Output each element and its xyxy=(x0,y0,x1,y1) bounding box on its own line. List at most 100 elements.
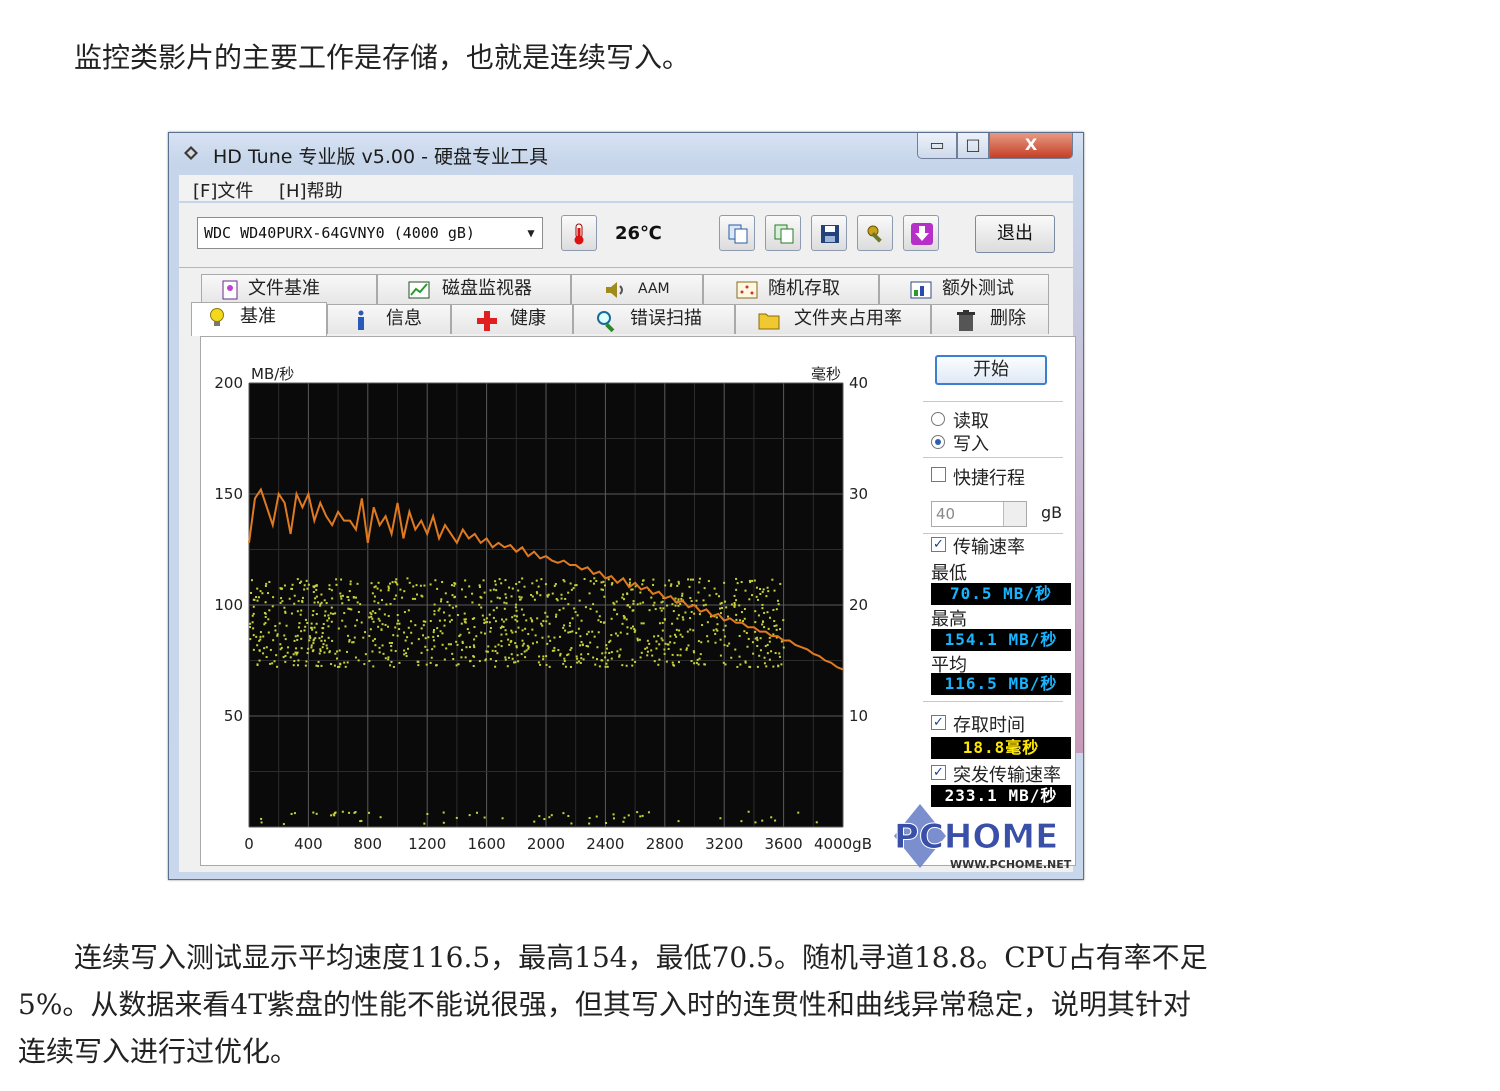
access-time-point xyxy=(570,647,573,650)
y2-tick-label: 20 xyxy=(849,596,868,614)
short-stroke-spinner[interactable]: 40 xyxy=(931,501,1027,527)
access-time-point xyxy=(468,646,471,649)
menu-help[interactable]: [H]帮助 xyxy=(279,177,343,203)
access-time-point xyxy=(595,815,598,818)
spinner-arrows-icon[interactable] xyxy=(1003,502,1026,526)
access-time-point xyxy=(610,617,613,620)
access-time-point xyxy=(504,658,507,661)
access-time-point xyxy=(256,599,259,602)
access-time-point xyxy=(751,594,754,597)
download-button[interactable] xyxy=(903,215,939,251)
access-time-point xyxy=(723,581,726,584)
access-time-point xyxy=(672,610,675,613)
read-radio[interactable] xyxy=(931,412,945,426)
short-stroke-checkbox[interactable] xyxy=(931,467,946,482)
temperature-button[interactable] xyxy=(561,215,597,251)
access-time-point xyxy=(249,638,252,641)
access-time-point xyxy=(550,814,553,817)
access-time-point xyxy=(706,621,709,624)
copy-button[interactable] xyxy=(719,215,755,251)
drive-select[interactable]: WDC WD40PURX-64GVNY0 (4000 gB) ▼ xyxy=(197,217,543,249)
access-time-point xyxy=(754,637,757,640)
access-time-point xyxy=(315,613,318,616)
access-time-point xyxy=(514,630,517,633)
tab-file-benchmark[interactable]: 文件基准 xyxy=(201,274,377,304)
close-button[interactable]: X xyxy=(989,133,1073,159)
access-time-point xyxy=(323,639,326,642)
access-time-point xyxy=(492,588,495,591)
maximize-button[interactable]: □ xyxy=(957,133,989,159)
tab-aam[interactable]: AAM xyxy=(571,274,703,304)
access-time-checkbox[interactable]: ✓ xyxy=(931,715,946,730)
access-time-point xyxy=(412,585,415,588)
minimize-button[interactable]: ▭ xyxy=(917,133,957,159)
access-time-point xyxy=(373,595,376,598)
access-time-point xyxy=(356,601,359,604)
access-time-point xyxy=(404,639,407,642)
access-time-point xyxy=(595,610,598,613)
access-time-point xyxy=(420,627,423,630)
access-time-point xyxy=(521,577,524,580)
access-time-point xyxy=(336,657,339,660)
transfer-rate-checkbox[interactable]: ✓ xyxy=(931,537,946,552)
access-time-point xyxy=(291,583,294,586)
access-time-point xyxy=(768,636,771,639)
save-button[interactable] xyxy=(811,215,847,251)
access-time-point xyxy=(303,584,306,587)
access-time-point xyxy=(669,641,672,644)
access-time-point xyxy=(297,600,300,603)
title-bar[interactable]: HD Tune 专业版 v5.00 - 硬盘专业工具 ▭ □ X xyxy=(169,133,1083,173)
access-time-point xyxy=(589,607,592,610)
access-time-point xyxy=(378,646,381,649)
write-radio[interactable] xyxy=(931,435,945,449)
access-time-point xyxy=(653,635,656,638)
menu-file[interactable]: [F]文件 xyxy=(193,177,253,203)
access-time-point xyxy=(762,588,765,591)
access-time-point xyxy=(628,581,631,584)
tab-extra-tests[interactable]: 额外测试 xyxy=(879,274,1049,304)
access-time-point xyxy=(677,614,680,617)
tab-erase[interactable]: 删除 xyxy=(931,304,1049,334)
tab-info[interactable]: 信息 xyxy=(327,304,451,334)
access-time-point xyxy=(335,578,338,581)
tab-benchmark[interactable]: 基准 xyxy=(191,302,327,336)
pchome-watermark: PCHOME WWW.PCHOME.NET xyxy=(894,804,1072,871)
exit-button[interactable]: 退出 xyxy=(975,215,1055,253)
access-time-point xyxy=(703,587,706,590)
access-time-point xyxy=(399,588,402,591)
access-time-point xyxy=(463,612,466,615)
access-time-point xyxy=(322,623,325,626)
access-time-point xyxy=(631,664,634,667)
access-time-point xyxy=(522,613,525,616)
tab-health[interactable]: 健康 xyxy=(451,304,573,334)
tab-random-access[interactable]: 随机存取 xyxy=(703,274,879,304)
options-button[interactable] xyxy=(857,215,893,251)
access-time-point xyxy=(675,635,678,638)
access-time-point xyxy=(553,649,556,652)
access-time-point xyxy=(660,601,663,604)
access-time-point xyxy=(352,596,355,599)
access-time-point xyxy=(753,579,756,582)
access-time-point xyxy=(494,580,497,583)
access-time-point xyxy=(491,649,494,652)
access-time-point xyxy=(333,814,336,817)
burst-rate-checkbox[interactable]: ✓ xyxy=(931,765,946,780)
tab-disk-monitor[interactable]: 磁盘监视器 xyxy=(377,274,571,304)
tab-folder-usage[interactable]: 文件夹占用率 xyxy=(735,304,931,334)
access-time-point xyxy=(564,597,567,600)
access-time-point xyxy=(763,656,766,659)
access-time-point xyxy=(766,643,769,646)
access-time-point xyxy=(761,603,764,606)
access-time-point xyxy=(763,662,766,665)
access-time-point xyxy=(744,661,747,664)
start-button[interactable]: 开始 xyxy=(935,355,1047,385)
tab-error-scan[interactable]: 错误扫描 xyxy=(573,304,735,334)
copy-all-button[interactable] xyxy=(765,215,801,251)
access-time-point xyxy=(455,605,458,608)
access-time-point xyxy=(511,631,514,634)
access-time-point xyxy=(461,648,464,651)
access-time-point xyxy=(690,600,693,603)
access-time-point xyxy=(594,663,597,666)
access-time-point xyxy=(292,653,295,656)
access-time-point xyxy=(310,626,313,629)
